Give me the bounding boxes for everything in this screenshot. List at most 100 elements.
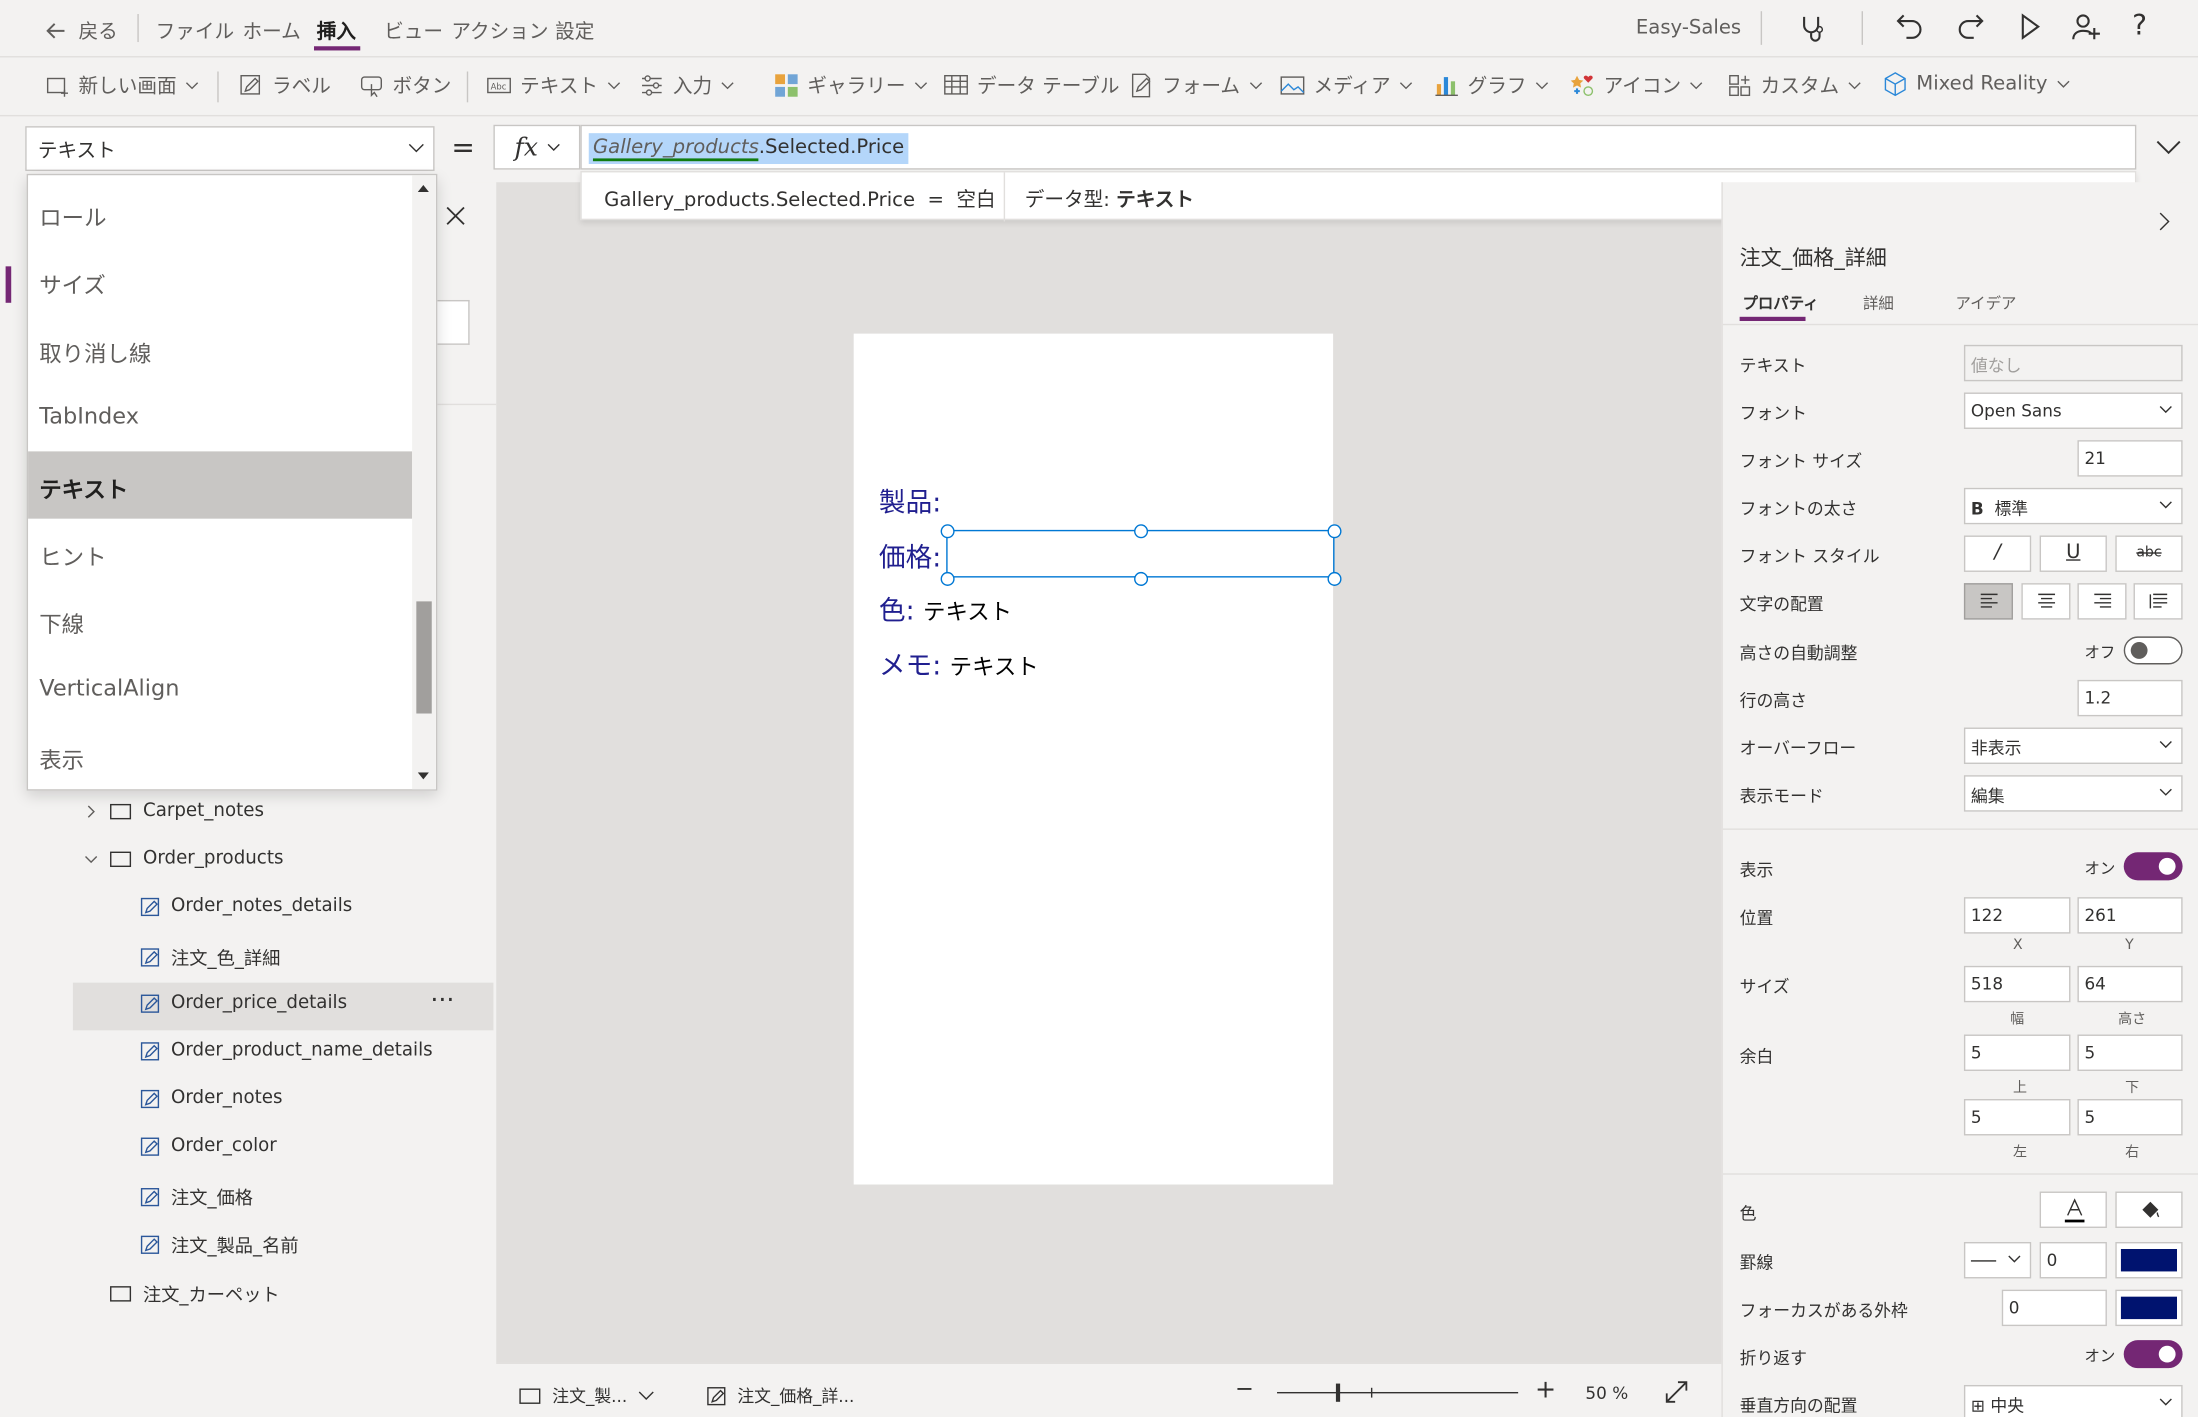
chevron-down-icon[interactable] [84,852,98,866]
align-justify-button[interactable] [2133,583,2183,620]
dropdown-option[interactable]: テキスト [28,450,413,519]
resize-handle[interactable] [940,524,955,539]
insert-icon-button[interactable]: アイコン [1570,71,1704,99]
visible-toggle[interactable] [2123,852,2183,881]
control-breadcrumb[interactable]: 注文_価格_詳... [707,1384,854,1408]
insert-input-button[interactable]: 入力 [639,71,734,99]
dropdown-scrollbar[interactable] [412,175,436,790]
zoom-slider[interactable] [1277,1383,1519,1402]
tree-item[interactable]: Order_notes [140,1088,282,1109]
chevron-right-icon[interactable] [2157,210,2171,232]
line-height-input[interactable]: 1.2 [2077,679,2183,717]
text-prop-input[interactable]: 値なし [1963,344,2183,382]
tree-item[interactable]: Order_color [140,1135,277,1156]
dropdown-option[interactable]: ロール [28,179,412,246]
menu-action[interactable]: アクション [451,17,548,45]
menu-insert[interactable]: 挿入 [317,17,356,45]
dropdown-option[interactable]: サイズ [28,247,412,314]
property-dropdown-list[interactable]: ロール サイズ 取り消し線 TabIndex テキスト ヒント 下線 VerticalAlig… [26,173,438,791]
autoheight-toggle[interactable] [2123,636,2183,665]
display-mode-select[interactable]: 編集 [1963,775,2183,812]
padding-left-input[interactable]: 5 [1963,1099,2071,1136]
scrollbar-thumb[interactable] [416,601,432,714]
selected-price-details[interactable] [940,524,1342,586]
undo-icon[interactable] [1895,11,1923,42]
tree-item[interactable]: 注文_色_詳細 [140,943,280,970]
height-input[interactable]: 64 [2077,965,2183,1003]
menu-file[interactable]: ファイル [156,17,235,45]
dropdown-option[interactable]: VerticalAlign [28,654,412,721]
scroll-down-icon[interactable] [417,772,429,780]
tree-item[interactable]: 注文_カーペット [84,1280,280,1306]
overflow-select[interactable]: 非表示 [1963,727,2183,764]
expand-formula-icon[interactable] [2156,137,2181,157]
back-button[interactable]: 戻る [45,17,118,45]
underline-button[interactable]: U [2039,535,2107,572]
align-left-button[interactable] [1963,583,2013,620]
more-options-icon[interactable]: ··· [430,985,454,1014]
dropdown-option[interactable]: ヒント [28,519,412,586]
resize-handle[interactable] [1134,571,1149,586]
zoom-out-button[interactable]: − [1235,1375,1254,1402]
x-input[interactable]: 122 [1963,897,2071,934]
tab-properties[interactable]: プロパティ [1742,292,1818,314]
play-icon[interactable] [2019,13,2041,41]
insert-text-button[interactable]: Abc テキスト [486,71,620,99]
zoom-in-button[interactable]: + [1535,1375,1556,1404]
insert-chart-button[interactable]: グラフ [1434,71,1549,99]
menu-settings[interactable]: 設定 [555,17,594,45]
insert-mixed-reality-button[interactable]: Mixed Reality [1883,71,2070,97]
help-icon[interactable]: ? [2132,8,2147,42]
insert-gallery-button[interactable]: ギャラリー [774,71,928,99]
tab-advanced[interactable]: 詳細 [1863,292,1894,314]
width-input[interactable]: 518 [1963,965,2071,1003]
share-person-icon[interactable] [2070,11,2101,42]
new-screen-button[interactable]: 新しい画面 [45,71,199,99]
insert-datatable-button[interactable]: データ テーブル [943,71,1120,99]
tree-item[interactable]: Order_price_details [140,992,347,1014]
padding-bottom-input[interactable]: 5 [2077,1034,2183,1071]
menu-home[interactable]: ホーム [243,17,301,45]
insert-label-button[interactable]: ラベル [238,71,331,99]
app-screen[interactable]: 製品: 価格: 色: テキスト メモ: テキスト [853,333,1342,1185]
search-box[interactable] [437,299,470,345]
italic-button[interactable]: / [1963,535,2032,572]
border-thickness-input[interactable]: 0 [2039,1241,2107,1279]
strikethrough-button[interactable]: abc [2115,535,2183,572]
control-name[interactable]: 注文_価格_詳細 [1740,243,1887,272]
dropdown-option[interactable]: 下線 [28,587,412,654]
font-weight-select[interactable]: B 標準 [1963,487,2183,525]
tree-item[interactable]: Order_products [84,848,283,869]
formula-input[interactable]: Gallery_products.Selected.Price [580,124,2137,170]
text-color-button[interactable] [2039,1191,2107,1228]
memo-row[interactable]: メモ: テキスト [879,645,1039,683]
insert-form-button[interactable]: フォーム [1128,71,1262,99]
wrap-toggle[interactable] [2123,1340,2183,1369]
zoom-level[interactable]: 50 % [1585,1384,1628,1404]
dropdown-option[interactable]: 表示 [28,722,412,789]
zoom-slider-thumb[interactable] [1335,1383,1341,1402]
resize-handle[interactable] [1134,524,1149,539]
tree-item[interactable]: Order_product_name_details [140,1040,433,1061]
tree-item[interactable]: Carpet_notes [84,800,264,821]
border-color-button[interactable] [2115,1241,2183,1279]
resize-handle[interactable] [1327,524,1342,539]
dropdown-option[interactable]: TabIndex [28,383,412,450]
dropdown-option[interactable]: 取り消し線 [28,315,412,382]
insert-custom-button[interactable]: カスタム [1727,71,1862,99]
valign-select[interactable]: ⊞ 中央 [1963,1384,2183,1417]
padding-right-input[interactable]: 5 [2077,1099,2183,1136]
focus-border-input[interactable]: 0 [2001,1289,2107,1327]
align-center-button[interactable] [2021,583,2071,620]
scroll-up-icon[interactable] [417,184,429,193]
font-select[interactable]: Open Sans [1963,392,2183,429]
focus-border-color-button[interactable] [2115,1289,2183,1327]
fx-button[interactable]: fx [493,124,581,170]
redo-icon[interactable] [1957,11,1985,42]
tab-ideas[interactable]: アイデア [1956,292,2017,314]
fill-color-button[interactable] [2115,1191,2183,1228]
color-row[interactable]: 色: テキスト [879,590,1012,628]
chevron-right-icon[interactable] [84,804,98,818]
screen-breadcrumb[interactable]: 注文_製... [519,1384,656,1408]
align-right-button[interactable] [2077,583,2127,620]
